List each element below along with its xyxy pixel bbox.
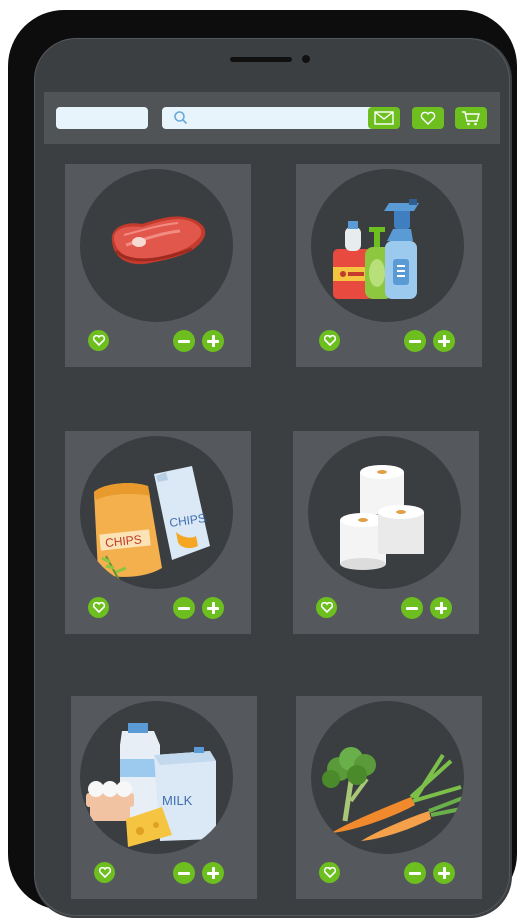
increase-quantity-button[interactable] <box>202 597 224 619</box>
heart-icon <box>420 111 436 125</box>
meat-icon <box>111 216 206 265</box>
increase-quantity-button[interactable] <box>202 330 224 352</box>
app-screen: CHIPS CHIPS MILK <box>34 38 512 918</box>
increase-quantity-button[interactable] <box>430 597 452 619</box>
dairy-icon: MILK <box>86 723 216 847</box>
toilet-paper-icon <box>340 465 424 570</box>
cleaning-supplies-icon <box>333 199 419 299</box>
mail-icon <box>374 111 394 125</box>
chips-icon: CHIPS CHIPS <box>94 466 210 583</box>
product-card-cleaning[interactable] <box>296 164 482 367</box>
product-card-vegetables[interactable] <box>296 696 482 899</box>
product-image-vegetables <box>311 701 464 854</box>
product-card-meat[interactable] <box>65 164 251 367</box>
cart-icon <box>462 111 480 126</box>
heart-icon <box>323 335 336 346</box>
product-card-dairy[interactable]: MILK <box>71 696 257 899</box>
product-image-toilet-paper <box>308 436 461 589</box>
product-card-chips[interactable]: CHIPS CHIPS <box>65 431 251 634</box>
favorite-button[interactable] <box>319 330 340 351</box>
camera <box>302 55 310 63</box>
decrease-quantity-button[interactable] <box>404 330 426 352</box>
speaker <box>230 57 292 62</box>
vegetables-icon <box>322 747 464 841</box>
heart-icon <box>92 335 105 346</box>
heart-icon <box>98 867 111 878</box>
favorite-button[interactable] <box>316 597 337 618</box>
top-bar <box>44 92 500 144</box>
favorite-button[interactable] <box>319 862 340 883</box>
favorite-button[interactable] <box>94 862 115 883</box>
product-image-chips: CHIPS CHIPS <box>80 436 233 589</box>
increase-quantity-button[interactable] <box>202 862 224 884</box>
product-image-dairy: MILK <box>80 701 233 854</box>
messages-button[interactable] <box>368 107 400 129</box>
decrease-quantity-button[interactable] <box>173 862 195 884</box>
increase-quantity-button[interactable] <box>433 862 455 884</box>
decrease-quantity-button[interactable] <box>173 597 195 619</box>
favorites-button[interactable] <box>412 107 444 129</box>
cart-button[interactable] <box>455 107 487 129</box>
heart-icon <box>92 602 105 613</box>
heart-icon <box>320 602 333 613</box>
favorite-button[interactable] <box>88 597 109 618</box>
product-image-meat <box>80 169 233 322</box>
product-image-cleaning <box>311 169 464 322</box>
decrease-quantity-button[interactable] <box>404 862 426 884</box>
decrease-quantity-button[interactable] <box>401 597 423 619</box>
milk-label: MILK <box>162 793 193 808</box>
search-icon <box>173 110 189 126</box>
location-field[interactable] <box>56 107 148 129</box>
increase-quantity-button[interactable] <box>433 330 455 352</box>
search-input[interactable] <box>162 107 380 129</box>
decrease-quantity-button[interactable] <box>173 330 195 352</box>
product-card-toilet-paper[interactable] <box>293 431 479 634</box>
heart-icon <box>323 867 336 878</box>
favorite-button[interactable] <box>88 330 109 351</box>
phone-frame: CHIPS CHIPS MILK <box>8 10 517 918</box>
